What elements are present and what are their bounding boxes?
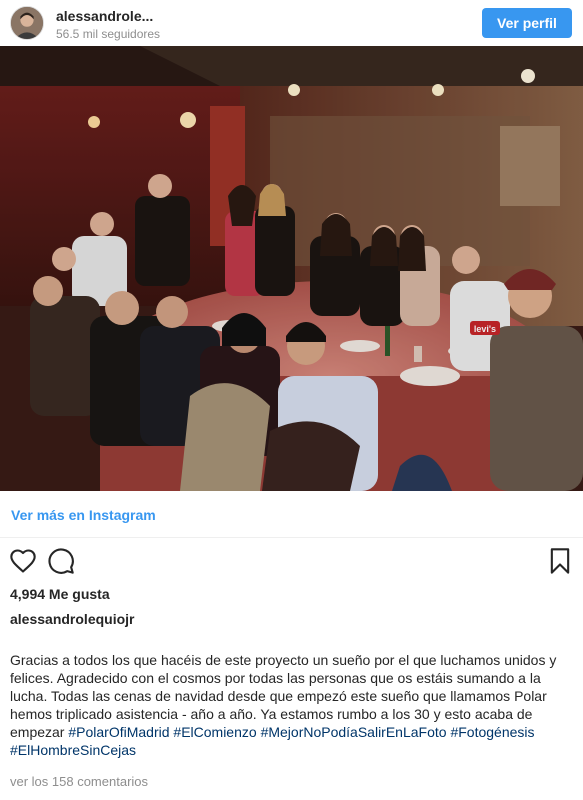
avatar[interactable] (10, 6, 44, 40)
view-more-link[interactable]: Ver más en Instagram (11, 507, 156, 523)
post-photo[interactable]: levi's (0, 46, 583, 491)
caption-username[interactable]: alessandrolequiojr (10, 611, 134, 627)
hashtag-link[interactable]: #Fotogénesis (450, 724, 534, 740)
hashtag-link[interactable]: #ElComienzo (173, 724, 256, 740)
view-comments-link[interactable]: ver los 158 comentarios (10, 774, 148, 789)
heart-icon[interactable] (9, 547, 37, 575)
hashtag-link[interactable]: #MejorNoPodíaSalirEnLaFoto (261, 724, 447, 740)
avatar-image (11, 7, 43, 39)
hashtag-link[interactable]: #PolarOfiMadrid (68, 724, 169, 740)
like-count[interactable]: 4,994 Me gusta (10, 586, 110, 602)
group-dinner-photo: levi's (0, 46, 583, 491)
view-profile-button[interactable]: Ver perfil (482, 8, 572, 38)
post-header: alessandrole... 56.5 mil seguidores Ver … (0, 0, 583, 46)
bookmark-icon[interactable] (546, 547, 574, 575)
username[interactable]: alessandrole... (56, 8, 153, 24)
hashtag-link[interactable]: #ElHombreSinCejas (10, 742, 136, 758)
divider (0, 537, 583, 538)
caption: Gracias a todos los que hacéis de este p… (10, 651, 575, 759)
comment-bubble-icon[interactable] (47, 547, 75, 575)
follower-count: 56.5 mil seguidores (56, 27, 161, 41)
